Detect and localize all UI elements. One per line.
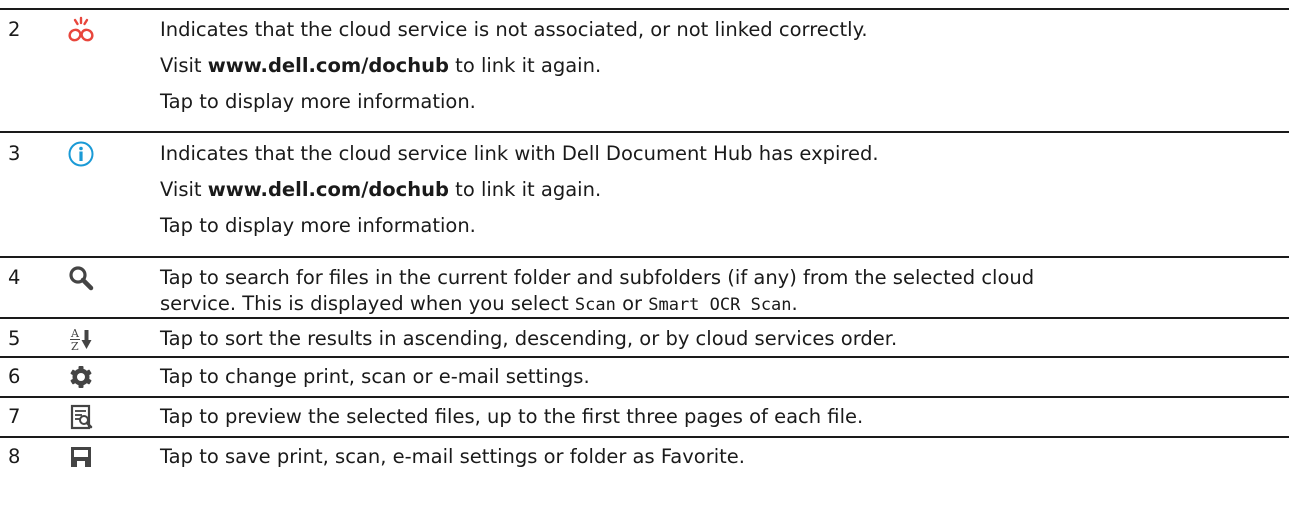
save-icon [66, 442, 96, 472]
row-description: Tap to change print, scan or e-mail sett… [160, 365, 590, 388]
dochub-url: www.dell.com/dochub [207, 54, 449, 77]
broken-link-icon [66, 15, 96, 45]
row-number: 8 [8, 445, 21, 468]
row-description: Tap to preview the selected files, up to… [160, 405, 864, 428]
gear-icon [66, 362, 96, 392]
row-description: Indicates that the cloud service is not … [160, 17, 1270, 115]
row-description: Indicates that the cloud service link wi… [160, 141, 1270, 239]
description-line: Tap to search for files in the current f… [160, 266, 1035, 289]
description-line: Tap to display more information. [160, 214, 476, 237]
info-circle-icon [66, 139, 96, 169]
row-description: Tap to save print, scan, e-mail settings… [160, 445, 745, 468]
description-line: Indicates that the cloud service is not … [160, 18, 868, 41]
description-line: Visit www.dell.com/dochub to link it aga… [160, 178, 602, 201]
row-divider [0, 317, 1289, 319]
row-number: 5 [8, 327, 21, 350]
row-divider [0, 356, 1289, 358]
description-line: service. This is displayed when you sele… [160, 292, 798, 315]
description-line: Visit www.dell.com/dochub to link it aga… [160, 54, 602, 77]
svg-text:A: A [70, 327, 80, 340]
row-divider [0, 396, 1289, 398]
ui-term-scan: Scan [574, 295, 616, 315]
row-number: 7 [8, 405, 21, 428]
sort-az-icon: A Z [66, 324, 96, 354]
row-number: 4 [8, 266, 21, 289]
search-icon [66, 263, 96, 293]
description-line: Indicates that the cloud service link wi… [160, 142, 879, 165]
row-number: 2 [8, 18, 21, 41]
row-number: 6 [8, 365, 21, 388]
table-top-rule [0, 8, 1289, 10]
row-divider [0, 436, 1289, 438]
row-number: 3 [8, 142, 21, 165]
svg-text:Z: Z [71, 340, 79, 353]
preview-icon [66, 402, 96, 432]
row-description: Tap to search for files in the current f… [160, 265, 1270, 318]
description-line: Tap to display more information. [160, 90, 476, 113]
ui-term-smart-ocr-scan: Smart OCR Scan [648, 295, 792, 315]
row-description: Tap to sort the results in ascending, de… [160, 327, 898, 350]
dochub-url: www.dell.com/dochub [207, 178, 449, 201]
row-divider [0, 131, 1289, 133]
row-divider [0, 256, 1289, 258]
